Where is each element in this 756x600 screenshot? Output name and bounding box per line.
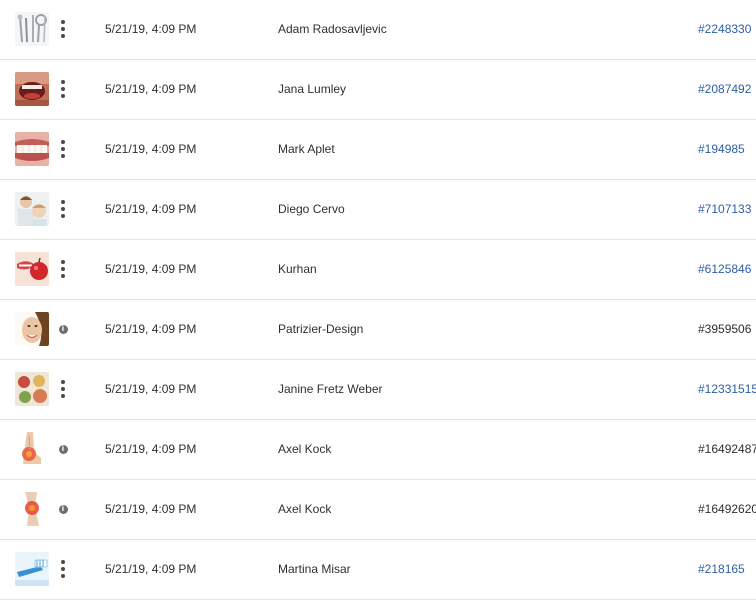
thumbnail-food-plate[interactable] [15, 372, 49, 406]
date-cell: 5/21/19, 4:09 PM [105, 562, 197, 576]
author-name: Kurhan [278, 262, 317, 276]
author-name: Janine Fretz Weber [278, 382, 383, 396]
thumbnail-dentist-child[interactable] [15, 192, 49, 226]
author-name: Adam Radosavljevic [278, 22, 387, 36]
list-item[interactable]: 5/21/19, 4:09 PM Martina Misar #218165 [0, 540, 756, 600]
list-item[interactable]: i 5/21/19, 4:09 PM Axel Kock #16492620 [0, 480, 756, 540]
author-name: Martina Misar [278, 562, 351, 576]
more-options-button[interactable] [54, 16, 72, 42]
info-button[interactable]: i [54, 496, 72, 522]
list-item[interactable]: i 5/21/19, 4:09 PM Patrizier-Design #395… [0, 300, 756, 360]
date-cell: 5/21/19, 4:09 PM [105, 142, 197, 156]
author-name: Jana Lumley [278, 82, 347, 96]
asset-id-link[interactable]: #194985 [698, 120, 745, 178]
more-options-button[interactable] [54, 76, 72, 102]
author-name: Patrizier-Design [278, 322, 364, 336]
list-item[interactable]: 5/21/19, 4:09 PM Diego Cervo #7107133 [0, 180, 756, 240]
thumbnail-foot-anatomy[interactable] [15, 432, 49, 466]
date-cell: 5/21/19, 4:09 PM [105, 382, 197, 396]
asset-id-link[interactable]: #7107133 [698, 180, 751, 238]
date-cell: 5/21/19, 4:09 PM [105, 262, 197, 276]
more-options-icon [61, 140, 65, 158]
thumbnail-toothbrush[interactable] [15, 552, 49, 586]
list-item[interactable]: i 5/21/19, 4:09 PM Axel Kock #16492487 [0, 420, 756, 480]
author-name: Axel Kock [278, 442, 332, 456]
author-name: Diego Cervo [278, 202, 345, 216]
date-cell: 5/21/19, 4:09 PM [105, 322, 197, 336]
asset-id: #3959506 [698, 322, 752, 336]
asset-list: 5/21/19, 4:09 PM Adam Radosavljevic #224… [0, 0, 756, 600]
list-item[interactable]: 5/21/19, 4:09 PM Janine Fretz Weber #123… [0, 360, 756, 420]
asset-id: #16492620 [698, 502, 756, 516]
asset-id-link[interactable]: #2248330 [698, 0, 751, 58]
info-icon: i [58, 324, 68, 334]
more-options-icon [61, 80, 65, 98]
asset-id-link[interactable]: #218165 [698, 540, 745, 598]
thumbnail-teeth-smile[interactable] [15, 132, 49, 166]
thumbnail-dental-tools[interactable] [15, 12, 49, 46]
more-options-icon [61, 380, 65, 398]
author-name: Axel Kock [278, 502, 332, 516]
asset-id: #16492487 [698, 442, 756, 456]
info-button[interactable]: i [54, 436, 72, 462]
more-options-icon [61, 20, 65, 38]
more-options-button[interactable] [54, 136, 72, 162]
more-options-icon [61, 200, 65, 218]
thumbnail-mouth-open[interactable] [15, 72, 49, 106]
author-name: Mark Aplet [278, 142, 335, 156]
more-options-button[interactable] [54, 376, 72, 402]
asset-id-link[interactable]: #12331515 [698, 360, 756, 418]
list-item[interactable]: 5/21/19, 4:09 PM Adam Radosavljevic #224… [0, 0, 756, 60]
more-options-icon [61, 260, 65, 278]
date-cell: 5/21/19, 4:09 PM [105, 82, 197, 96]
date-cell: 5/21/19, 4:09 PM [105, 22, 197, 36]
more-options-button[interactable] [54, 256, 72, 282]
more-options-icon [61, 560, 65, 578]
asset-id-link[interactable]: #2087492 [698, 60, 751, 118]
info-icon: i [58, 444, 68, 454]
thumbnail-lips-apple[interactable] [15, 252, 49, 286]
list-item[interactable]: 5/21/19, 4:09 PM Jana Lumley #2087492 [0, 60, 756, 120]
info-button[interactable]: i [54, 316, 72, 342]
date-cell: 5/21/19, 4:09 PM [105, 502, 197, 516]
date-cell: 5/21/19, 4:09 PM [105, 202, 197, 216]
thumbnail-knee-anatomy[interactable] [15, 492, 49, 526]
asset-id-link[interactable]: #6125846 [698, 240, 751, 298]
date-cell: 5/21/19, 4:09 PM [105, 442, 197, 456]
more-options-button[interactable] [54, 556, 72, 582]
more-options-button[interactable] [54, 196, 72, 222]
list-item[interactable]: 5/21/19, 4:09 PM Kurhan #6125846 [0, 240, 756, 300]
info-icon: i [58, 504, 68, 514]
thumbnail-woman-face[interactable] [15, 312, 49, 346]
list-item[interactable]: 5/21/19, 4:09 PM Mark Aplet #194985 [0, 120, 756, 180]
